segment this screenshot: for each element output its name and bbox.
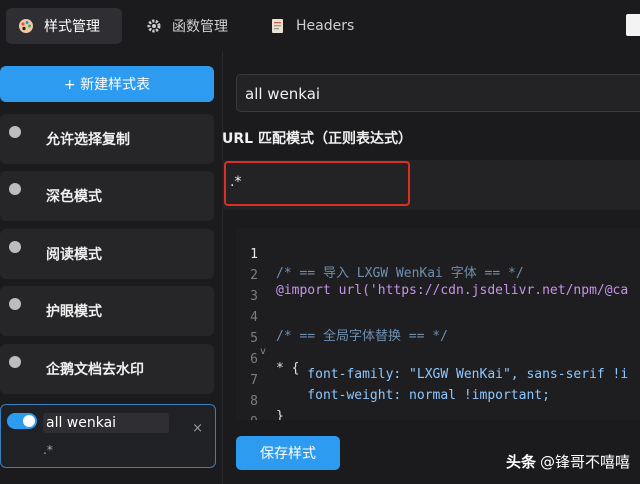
tab-label: Headers [296, 18, 355, 34]
code-line: 1 /* == 导入 LXGW WenKai 字体 == */ [236, 232, 524, 281]
code-line: 8 } [236, 379, 284, 420]
tab-headers[interactable]: Headers [270, 8, 354, 44]
watermark-handle: @锋哥不嘻嘻 [539, 453, 630, 471]
line-number: 9 [236, 415, 258, 420]
sidebar-item-label: 允许选择复制 [46, 132, 130, 148]
code-line: 3 [236, 274, 267, 304]
code-editor[interactable]: 1 /* == 导入 LXGW WenKai 字体 == */ 2 @impor… [236, 228, 640, 420]
new-stylesheet-button[interactable]: + 新建样式表 [0, 66, 214, 102]
sidebar-item-label: 阅读模式 [46, 247, 102, 263]
code-text: font-family: "LXGW WenKai", sans-serif !… [276, 367, 629, 382]
watermark-brand: 头条 [505, 453, 536, 471]
code-text: /* == 全局字体替换 == */ [276, 329, 448, 344]
code-text: @import url('https://cdn.jsdelivr.net/np… [276, 283, 629, 298]
extension-icon[interactable] [626, 14, 640, 36]
code-text: font-weight: normal !important; [276, 388, 550, 403]
annotation-highlight [224, 161, 410, 206]
code-line: 5 v * { [236, 316, 299, 376]
watermark: 头条 @锋哥不嘻嘻 [506, 451, 630, 472]
top-nav: 样式管理 函数管理 Headers [0, 0, 640, 52]
tab-style-manager[interactable]: 样式管理 [6, 8, 122, 44]
toggle-off-icon[interactable] [9, 126, 21, 138]
stylesheet-name-input[interactable]: all wenkai [43, 413, 169, 433]
code-line: 4 /* == 全局字体替换 == */ [236, 295, 448, 344]
close-icon[interactable]: × [192, 421, 203, 436]
toggle-off-icon[interactable] [9, 356, 21, 368]
code-line: 6 font-family: "LXGW WenKai", sans-serif… [236, 337, 628, 382]
stylesheet-title-field[interactable]: all wenkai [236, 74, 640, 112]
url-pattern-label: URL 匹配模式（正则表达式） [222, 131, 412, 147]
sidebar: + 新建样式表 允许选择复制 深色模式 阅读模式 护眼模式 企鹅文档去水印 al… [0, 52, 223, 484]
code-line: 7 font-weight: normal !important; [236, 358, 550, 403]
save-style-button[interactable]: 保存样式 [236, 436, 340, 470]
sidebar-item-label: 深色模式 [46, 189, 102, 205]
toggle-off-icon[interactable] [9, 183, 21, 195]
gear-icon [146, 18, 162, 34]
sidebar-item[interactable]: 企鹅文档去水印 [0, 344, 214, 394]
toggle-switch[interactable] [7, 413, 37, 429]
sidebar-item[interactable]: 允许选择复制 [0, 114, 214, 164]
code-text: } [276, 409, 284, 420]
url-pattern-preview: .* [43, 443, 53, 457]
sidebar-item[interactable]: 深色模式 [0, 171, 214, 221]
toggle-off-icon[interactable] [9, 241, 21, 253]
code-line: 9 [236, 400, 267, 420]
tab-label: 样式管理 [44, 19, 100, 35]
document-icon [270, 18, 286, 34]
sidebar-item[interactable]: 阅读模式 [0, 229, 214, 279]
code-line: 2 @import url('https://cdn.jsdelivr.net/… [236, 253, 628, 298]
sidebar-item-label: 护眼模式 [46, 304, 102, 320]
sidebar-item-label: 企鹅文档去水印 [46, 362, 144, 378]
tab-label: 函数管理 [172, 19, 228, 35]
toggle-off-icon[interactable] [9, 298, 21, 310]
sidebar-item-active[interactable]: all wenkai .* × [0, 404, 216, 468]
tab-function-manager[interactable]: 函数管理 [146, 8, 228, 44]
sidebar-item[interactable]: 护眼模式 [0, 286, 214, 336]
code-text: /* == 导入 LXGW WenKai 字体 == */ [276, 266, 524, 281]
palette-icon [18, 18, 34, 34]
